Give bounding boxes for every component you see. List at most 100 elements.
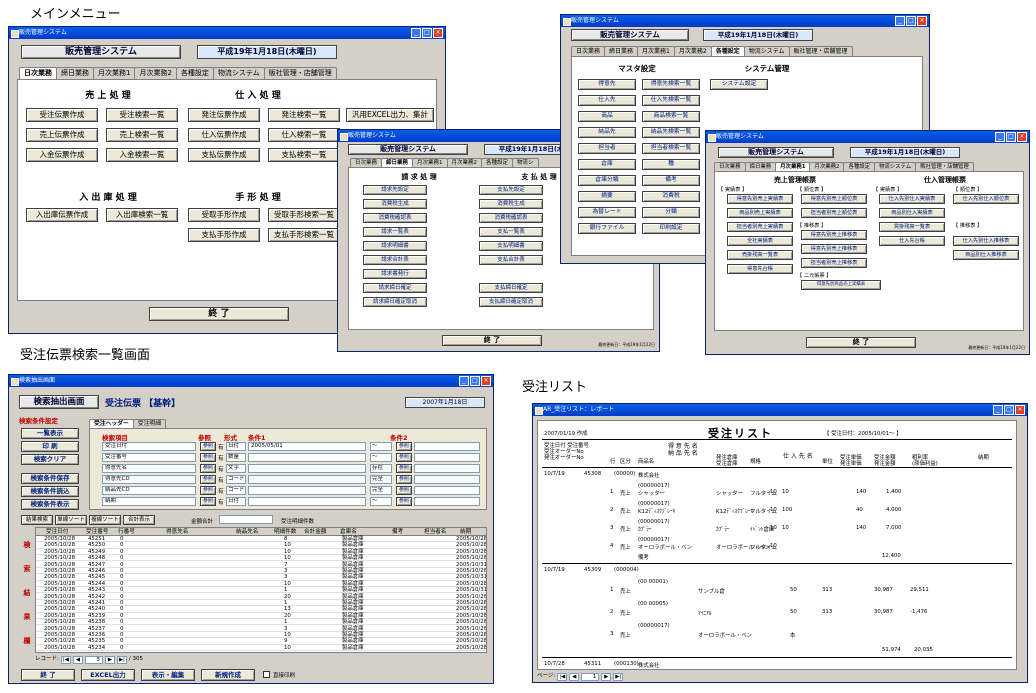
tax-master-button[interactable]: 消費税: [642, 191, 700, 202]
table-row[interactable]: 2005/10/28 45235 0 9 製品倉庫 2005/10/28: [36, 638, 486, 645]
ref-button[interactable]: 参照: [200, 497, 216, 506]
ref-button-2[interactable]: 参照: [396, 442, 412, 451]
order-search-button[interactable]: 受注検索一覧: [106, 108, 178, 122]
record-position[interactable]: 3: [84, 655, 103, 664]
cond-value-2[interactable]: [414, 453, 480, 462]
table-row[interactable]: 2005/10/28 45247 0 7 製品倉庫 2005/10/31: [36, 562, 486, 568]
supplier-master-button[interactable]: 仕入先: [578, 95, 636, 106]
ref-button-2[interactable]: 参照: [396, 453, 412, 462]
tab-closing[interactable]: 締日業務: [381, 158, 414, 167]
cond-value-2[interactable]: [414, 442, 480, 451]
cond-operator[interactable]: 〜: [370, 453, 392, 462]
last-page-icon[interactable]: ▶|: [613, 672, 624, 681]
close-icon[interactable]: ×: [433, 28, 443, 38]
customer-master-button[interactable]: 得意先: [578, 79, 636, 90]
cond-item[interactable]: 納品先CD: [102, 486, 196, 495]
table-row[interactable]: 2005/10/28 45243 0 1 製品倉庫 2005/10/31: [36, 587, 486, 594]
product-search-button[interactable]: 商品検索一覧: [642, 111, 700, 122]
purchase-order-create-button[interactable]: 発注伝票作成: [188, 108, 260, 122]
purchase-search-button[interactable]: 仕入検索一覧: [268, 128, 340, 142]
billing-target-button[interactable]: 請求先設定: [363, 185, 427, 195]
exit-button[interactable]: 終 了: [21, 669, 75, 681]
table-row[interactable]: 2005/10/28 45246 0 3 製品倉庫 2005/10/28: [36, 568, 486, 575]
new-create-button[interactable]: 新規作成: [201, 669, 255, 681]
cond-operator[interactable]: 〜: [370, 442, 392, 451]
cond-operator[interactable]: 〜: [370, 497, 392, 506]
tab-daily[interactable]: 日次業務: [714, 162, 746, 171]
tab-order-header[interactable]: 受注ヘッダー: [89, 419, 134, 428]
customer-ledger-button[interactable]: 得意先台帳: [727, 264, 793, 274]
ref-button-2[interactable]: 参照: [396, 497, 412, 506]
table-row[interactable]: 2005/10/28 45240 0 13 製品倉庫 2005/10/28: [36, 606, 486, 613]
staff-master-button[interactable]: 担当者: [578, 143, 636, 154]
receivables-balance-button[interactable]: 売掛残高一覧表: [727, 250, 793, 260]
table-row[interactable]: 2005/10/28 45249 0 10 製品倉庫 2005/10/28: [36, 549, 486, 555]
cond-operator[interactable]: 完全: [370, 486, 392, 495]
tab-logistics[interactable]: 物流システム: [874, 162, 917, 171]
tab-settings[interactable]: 各種設定: [175, 67, 214, 79]
staff-sales-ranking-button[interactable]: 担当者別売上順位表: [801, 208, 867, 218]
staff-sales-results-button[interactable]: 担当者別売上実績表: [727, 222, 793, 232]
next-record-icon[interactable]: ▶: [104, 655, 115, 664]
payment-close-cancel-button[interactable]: 支払締日確定取消: [479, 297, 543, 307]
receipt-search-button[interactable]: 入金検索一覧: [106, 148, 178, 162]
type-master-button[interactable]: 種: [642, 159, 700, 170]
close-icon[interactable]: ×: [481, 376, 491, 386]
load-condition-button[interactable]: 検索条件読込: [21, 486, 79, 497]
ref-button-2[interactable]: 参照: [396, 486, 412, 495]
excel-output-button[interactable]: EXCEL出力: [81, 669, 135, 681]
cond-value-2[interactable]: [414, 464, 480, 473]
tax-check-button[interactable]: 消費税確認表: [363, 213, 427, 223]
minimize-icon[interactable]: _: [895, 16, 905, 26]
supplier-purchase-trend-button[interactable]: 仕入先別仕入推移表: [953, 236, 1019, 246]
summary-master-button[interactable]: 摘要: [578, 191, 636, 202]
minimize-icon[interactable]: _: [411, 28, 421, 38]
supplier-purchase-ranking-button[interactable]: 仕入先別仕入順位表: [953, 194, 1019, 204]
ref-button-2[interactable]: 参照: [396, 464, 412, 473]
tab-monthly-1[interactable]: 月次業務1: [775, 162, 811, 171]
payment-list-button[interactable]: 支払一覧表: [479, 227, 543, 237]
table-row[interactable]: 2005/10/28 45236 0 10 製品倉庫 2005/10/28: [36, 632, 486, 639]
tab-logistics[interactable]: 物流シ: [512, 158, 539, 167]
customer-sales-results-button[interactable]: 得意先別売上実績表: [727, 194, 793, 204]
received-bill-search-button[interactable]: 受取手形検索一覧: [268, 208, 340, 222]
tab-closing[interactable]: 締日業務: [56, 67, 94, 79]
staff-sales-trend-button[interactable]: 担当者別売上推移表: [801, 258, 867, 268]
close-icon[interactable]: ×: [1015, 405, 1025, 415]
stock-slip-create-button[interactable]: 入出庫伝票作成: [26, 208, 98, 222]
tax-check-2-button[interactable]: 消費税確認表: [479, 213, 543, 223]
cond-item[interactable]: 受注日付: [102, 442, 196, 451]
supplier-purchase-results-button[interactable]: 仕入先別仕入実績表: [879, 194, 945, 204]
print-button[interactable]: 印 刷: [21, 441, 79, 452]
last-record-icon[interactable]: ▶|: [116, 655, 127, 664]
ref-button[interactable]: 参照: [200, 486, 216, 495]
cond-item[interactable]: 得意先CD: [102, 475, 196, 484]
company-results-button[interactable]: 全社実績表: [727, 236, 793, 246]
cond-value-1[interactable]: [248, 497, 366, 506]
staff-search-button[interactable]: 担当者検索一覧: [642, 143, 700, 154]
maximize-icon[interactable]: □: [422, 28, 432, 38]
minimize-icon[interactable]: _: [995, 132, 1005, 142]
cond-value-1[interactable]: [248, 475, 366, 484]
cond-item[interactable]: 納期: [102, 497, 196, 506]
customer-sales-trend-2-button[interactable]: 得意先別売上推移表: [801, 244, 867, 254]
customer-search-button[interactable]: 得意先検索一覧: [642, 79, 700, 90]
cond-value-2[interactable]: [414, 475, 480, 484]
maximize-icon[interactable]: □: [470, 376, 480, 386]
exit-button[interactable]: 終 了: [149, 307, 289, 321]
table-row[interactable]: 2005/10/28 45244 0 10 製品倉庫 2005/10/28: [36, 581, 486, 587]
supplier-ledger-button[interactable]: 仕入先台帳: [879, 236, 945, 246]
tab-closing[interactable]: 締日業務: [744, 162, 777, 171]
customer-product-sales-button[interactable]: 得意先別商品売上実績表: [801, 280, 881, 290]
category-master-button[interactable]: 分類: [642, 207, 700, 218]
ref-button-2[interactable]: 参照: [396, 475, 412, 484]
exchange-rate-button[interactable]: 為替レート: [578, 207, 636, 218]
sales-search-button[interactable]: 売上検索一覧: [106, 128, 178, 142]
table-row[interactable]: 2005/10/28 45234 0 10 製品倉庫 2005/10/28: [36, 645, 486, 651]
tab-monthly-1[interactable]: 月次業務1: [93, 67, 136, 79]
multi-sort-button[interactable]: 複線ソート: [89, 515, 121, 525]
exit-button[interactable]: 終 了: [806, 337, 916, 348]
excel-export-button[interactable]: 汎用EXCEL出力、集計: [346, 108, 434, 122]
customer-sales-ranking-button[interactable]: 得意先別売上順位表: [801, 194, 867, 204]
billing-close-cancel-button[interactable]: 請求締日確定取消: [363, 297, 427, 307]
